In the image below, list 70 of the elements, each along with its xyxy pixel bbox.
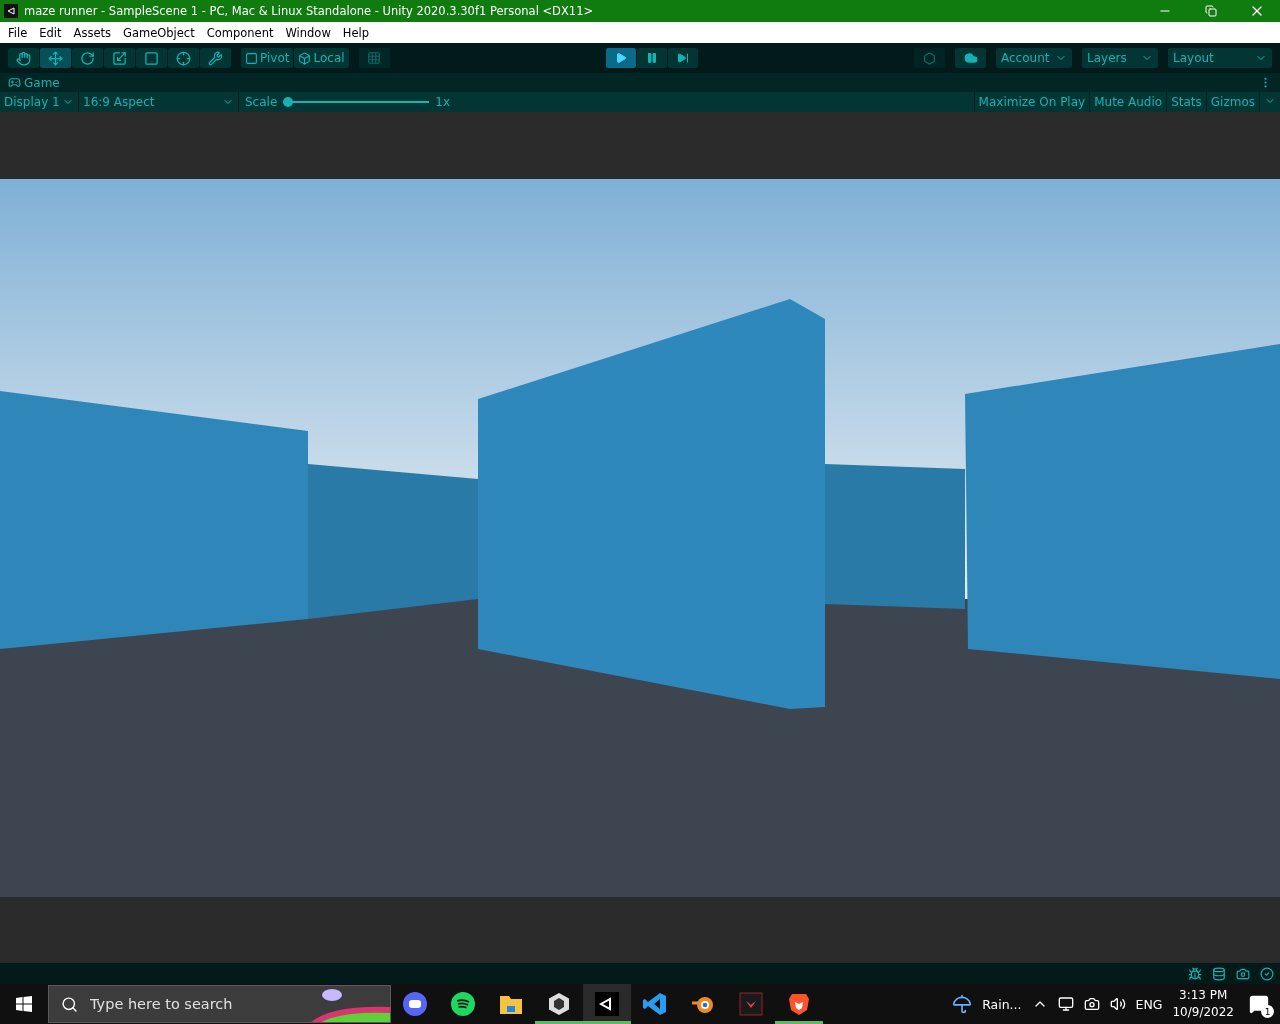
dropdown[interactable]: Account [996, 48, 1072, 68]
cloud-icon [963, 51, 978, 65]
step-icon [676, 52, 689, 64]
tool-button[interactable] [168, 48, 199, 68]
crosshair-icon [176, 50, 191, 66]
play-icon [614, 52, 627, 64]
gamepad-icon [8, 76, 21, 89]
language-indicator[interactable]: ENG [1135, 996, 1163, 1012]
pause-icon [645, 52, 658, 64]
code-editor-icon [642, 991, 668, 1017]
menu-item[interactable]: Component [200, 25, 280, 40]
play-button[interactable] [605, 48, 636, 68]
notification-count: 1 [1261, 1005, 1274, 1018]
collab-button[interactable] [914, 48, 945, 68]
rect-tool-icon [144, 50, 159, 66]
cube-icon [298, 51, 312, 65]
menu-item[interactable]: Assets [67, 25, 117, 40]
music-app-icon [450, 991, 476, 1017]
network-icon[interactable] [1057, 996, 1074, 1012]
menu-item[interactable]: Window [279, 25, 337, 40]
bug-icon[interactable] [1188, 966, 1202, 981]
hand-tool-icon [16, 50, 31, 66]
editor-app-icon [594, 991, 620, 1017]
search-field[interactable]: Type here to search [88, 995, 272, 1013]
taskbar-app-button[interactable] [583, 984, 631, 1024]
volume-icon[interactable] [1109, 996, 1126, 1012]
dropdown[interactable]: Layers [1082, 48, 1158, 68]
handle-button[interactable]: Pivot [241, 48, 294, 68]
check-icon[interactable] [1260, 966, 1274, 981]
cube-icon [546, 991, 572, 1017]
rotate-tool-icon [80, 50, 95, 66]
umbrella-icon [952, 994, 973, 1014]
menu-item[interactable]: Edit [33, 25, 68, 40]
notification-button[interactable]: 1 [1244, 989, 1274, 1019]
menu-item[interactable]: Help [336, 25, 375, 40]
camera-icon[interactable] [1236, 966, 1250, 981]
chat-app-icon [402, 991, 428, 1017]
menu-item[interactable]: File [2, 25, 34, 40]
restore-icon [1205, 5, 1217, 17]
window-title: maze runner - SampleScene 1 - PC, Mac & Linux Standalone - Unity 2020.3.30f1 Personal <DX11> [24, 4, 594, 18]
square-icon [245, 51, 258, 65]
dropdown[interactable]: Layout [1168, 48, 1272, 68]
handle-button[interactable]: Local [294, 48, 349, 68]
move-tool-icon [48, 50, 63, 66]
scale-tool-icon [112, 50, 127, 66]
game-tab[interactable]: Game [8, 75, 60, 90]
grid-icon [367, 51, 382, 65]
scale-reading: 1x [435, 95, 451, 109]
hexagon-icon [923, 51, 936, 65]
slider-thumb[interactable] [283, 97, 294, 107]
camera-icon[interactable] [1083, 996, 1100, 1012]
database-icon[interactable] [1212, 966, 1226, 981]
tool-button[interactable] [104, 48, 135, 68]
weather-text[interactable]: Rain... [982, 996, 1022, 1012]
tool-button[interactable] [136, 48, 167, 68]
search-bar[interactable]: Type here to search [48, 985, 391, 1023]
scale-label: Scale [244, 95, 279, 109]
clock[interactable]: 3:13 PM 10/9/2022 [1172, 987, 1234, 1021]
tool-button[interactable] [200, 48, 231, 68]
wrench-icon [208, 50, 223, 66]
cloud-button[interactable] [955, 48, 986, 68]
tool-button[interactable] [72, 48, 103, 68]
pause-button[interactable] [636, 48, 667, 68]
tool-button[interactable] [8, 48, 39, 68]
menu-item[interactable]: GameObject [116, 25, 201, 40]
app-icon [4, 4, 18, 18]
search-icon [61, 995, 78, 1013]
step-button[interactable] [667, 48, 698, 68]
windows-icon [16, 996, 32, 1012]
tool-button[interactable] [40, 48, 71, 68]
